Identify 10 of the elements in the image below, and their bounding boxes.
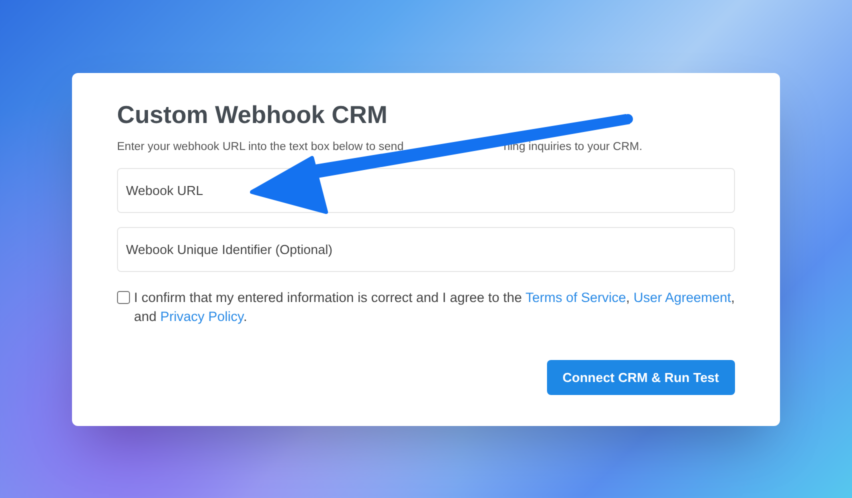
connect-button[interactable]: Connect CRM & Run Test xyxy=(546,360,735,396)
consent-checkbox[interactable] xyxy=(117,291,130,304)
policy-link[interactable]: User Agreement xyxy=(634,290,732,306)
description-text: Enter your webhook URL into the text box below to send xyxy=(117,140,404,156)
input-field[interactable]: Webook Unique Identifier (Optional) xyxy=(117,227,735,272)
input-field[interactable]: Webook URL xyxy=(117,168,735,214)
policy-link[interactable]: Privacy Policy xyxy=(160,309,244,324)
card-title: Custom Webhook CRM xyxy=(117,100,388,130)
consent-text: I confirm that my entered information is correct and I agree to the Terms of Service, User Agreement, and Privacy Policy. xyxy=(134,289,735,326)
policy-link[interactable]: Terms of Service xyxy=(525,290,626,306)
